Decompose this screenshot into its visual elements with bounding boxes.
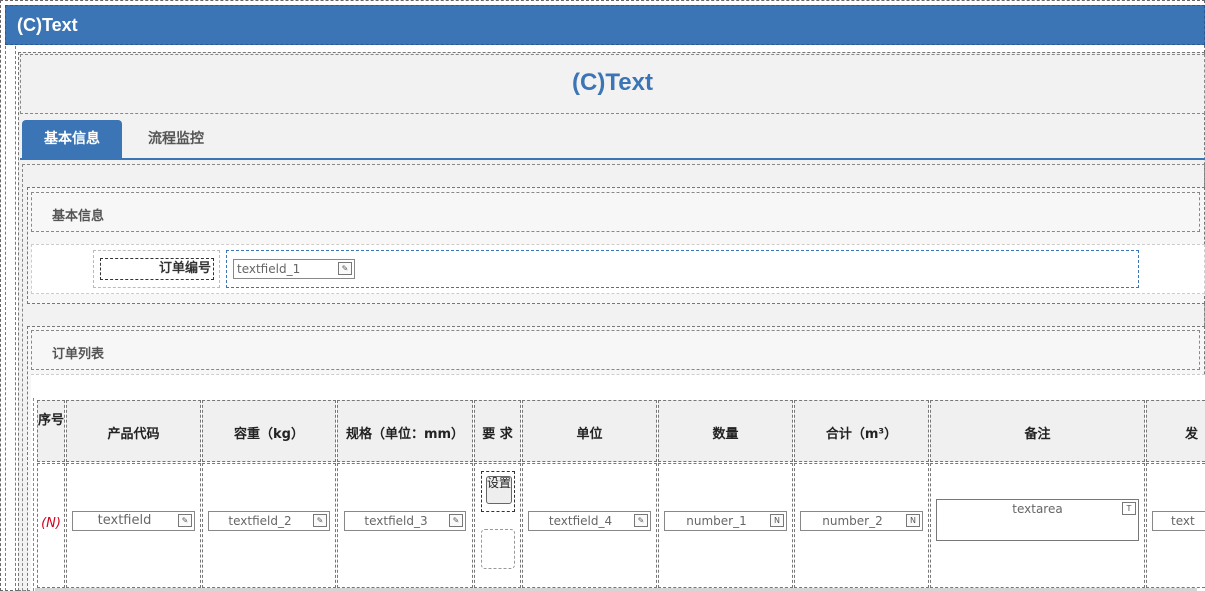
order-no-label-cell: 订单编号 (93, 250, 220, 288)
row-number: (N) (41, 516, 61, 531)
total-input[interactable]: number_2 N (800, 511, 923, 531)
order-no-field-cell: textfield_1 ✎ (226, 250, 1139, 288)
edit-icon: ✎ (634, 514, 648, 527)
col-header-ship: 发 (1146, 400, 1205, 462)
order-list-header: 订单列表 (31, 330, 1200, 370)
col-header-remark: 备注 (930, 400, 1145, 462)
col-header-seq: 序号 (37, 400, 65, 462)
col-header-requirement: 要 求 (474, 400, 521, 462)
requirement-button-frame: 设置 (481, 471, 515, 512)
edit-icon: ✎ (178, 514, 192, 527)
cell-quantity: number_1 N (658, 463, 793, 588)
frame-guide-left (5, 46, 6, 591)
ship-input[interactable]: text (1152, 511, 1205, 531)
col-header-product-code: 产品代码 (66, 400, 201, 462)
cell-seq: (N) (37, 463, 65, 588)
cell-product-code: textfield ✎ (66, 463, 201, 588)
cell-spec: textfield_3 ✎ (337, 463, 473, 588)
tab-process-monitor[interactable]: 流程监控 (132, 120, 220, 159)
form-title-box: (C)Text (20, 54, 1205, 114)
cell-total: number_2 N (794, 463, 929, 588)
col-header-total: 合计（m³） (794, 400, 929, 462)
weight-input[interactable]: textfield_2 ✎ (208, 511, 330, 531)
edit-icon: ✎ (313, 514, 327, 527)
textarea-icon: T (1122, 502, 1136, 515)
cell-unit: textfield_4 ✎ (522, 463, 657, 588)
edit-icon: ✎ (449, 514, 463, 527)
col-header-weight: 容重（kg） (202, 400, 336, 462)
requirement-settings-button[interactable]: 设置 (486, 476, 512, 504)
edit-icon: ✎ (338, 262, 352, 275)
order-no-input[interactable]: textfield_1 ✎ (233, 259, 355, 279)
remark-textarea[interactable]: textarea T (936, 499, 1139, 541)
spec-input[interactable]: textfield_3 ✎ (344, 511, 466, 531)
order-no-label: 订单编号 (100, 258, 214, 280)
col-header-quantity: 数量 (658, 400, 793, 462)
tab-basic-info[interactable]: 基本信息 (22, 120, 122, 159)
number-icon: N (770, 514, 784, 527)
product-code-input[interactable]: textfield ✎ (72, 511, 195, 531)
basic-info-header: 基本信息 (31, 192, 1200, 232)
order-no-value: textfield_1 (237, 262, 301, 276)
app-header: (C)Text (5, 5, 1205, 45)
cell-ship: text (1146, 463, 1205, 588)
unit-input[interactable]: textfield_4 ✎ (528, 511, 651, 531)
quantity-input[interactable]: number_1 N (664, 511, 787, 531)
app-header-title: (C)Text (17, 15, 78, 35)
col-header-unit: 单位 (522, 400, 657, 462)
page-title: (C)Text (572, 69, 653, 96)
col-header-spec: 规格（单位：mm） (337, 400, 473, 462)
basic-info-title: 基本信息 (52, 209, 105, 224)
cell-weight: textfield_2 ✎ (202, 463, 336, 588)
number-icon: N (906, 514, 920, 527)
requirement-drop-area[interactable] (481, 529, 515, 569)
tab-bar: 基本信息 流程监控 (20, 118, 1205, 160)
order-list-title: 订单列表 (52, 347, 105, 362)
frame-guide-inner (15, 46, 16, 591)
cell-remark: textarea T (930, 463, 1145, 588)
cell-requirement: 设置 (474, 463, 521, 588)
